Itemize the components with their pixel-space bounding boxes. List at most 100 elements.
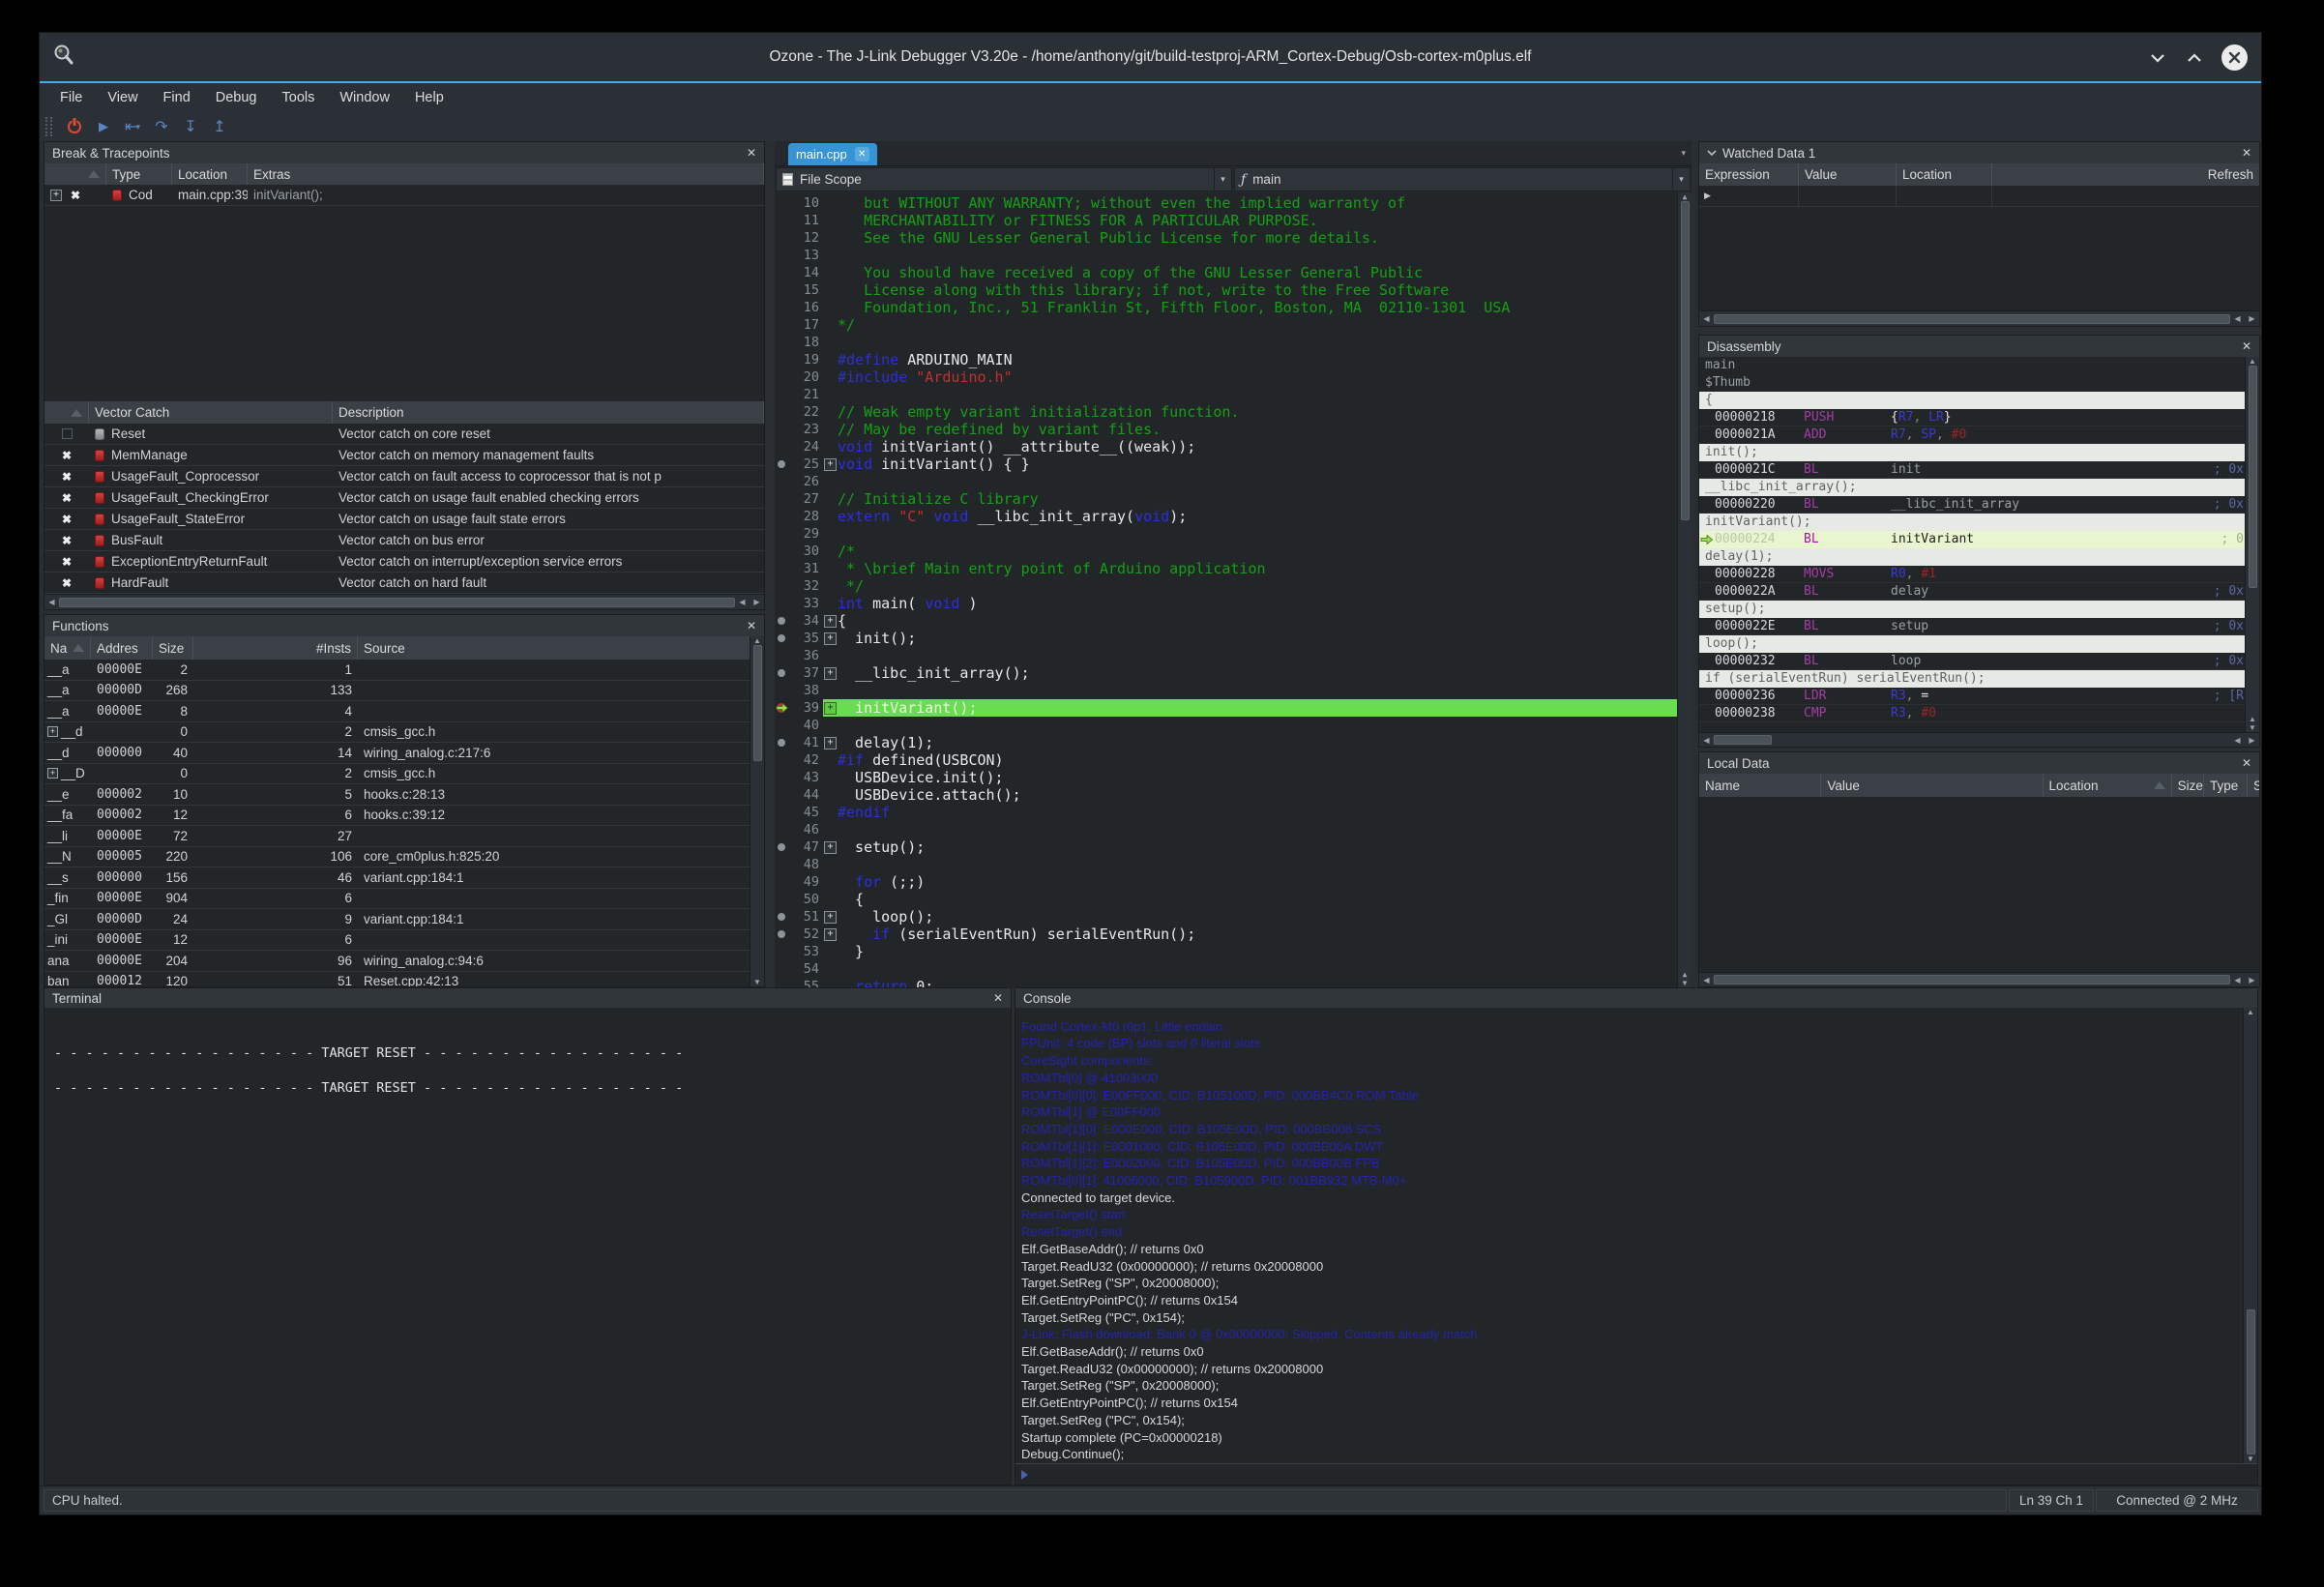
file-scope-combo[interactable]: File Scope ▾ bbox=[776, 167, 1232, 191]
disassembly-row[interactable]: { bbox=[1699, 392, 2245, 409]
chevron-down-icon[interactable]: ▾ bbox=[1672, 168, 1690, 191]
disassembly-row[interactable]: delay(1); bbox=[1699, 548, 2245, 566]
check-icon[interactable]: ✖ bbox=[62, 555, 72, 569]
tab-close-icon[interactable]: ✕ bbox=[854, 147, 869, 162]
code-line[interactable]: 50 { bbox=[775, 891, 1677, 908]
chevron-down-icon[interactable] bbox=[1707, 149, 1717, 157]
gutter-cell[interactable] bbox=[775, 456, 790, 473]
code-line[interactable]: 52 if (serialEventRun) serialEventRun(); bbox=[775, 926, 1677, 943]
scroll-thumb[interactable] bbox=[59, 597, 735, 607]
console-vscrollbar[interactable]: ▲ ▼ bbox=[2243, 1008, 2257, 1463]
local-data-hscrollbar[interactable]: ◀ ◀ ▶ bbox=[1699, 972, 2259, 986]
code-line[interactable]: 35 init(); bbox=[775, 630, 1677, 647]
terminal-title-bar[interactable]: Terminal ✕ bbox=[44, 988, 1011, 1008]
tab-overflow-icon[interactable]: ▾ bbox=[1681, 148, 1686, 159]
vector-check-cell[interactable]: ✖ bbox=[44, 487, 89, 508]
vector-catch-row[interactable]: ✖ UsageFault_Coprocessor Vector catch on f… bbox=[44, 466, 764, 487]
column-location[interactable]: Location bbox=[1897, 163, 1992, 186]
gutter-cell[interactable] bbox=[775, 281, 790, 299]
code-line[interactable]: 13 bbox=[775, 247, 1677, 264]
code-line[interactable]: 16 Foundation, Inc., 51 Franklin St, Fif… bbox=[775, 299, 1677, 316]
column-check[interactable] bbox=[44, 401, 89, 424]
vector-check-cell[interactable]: ✖ bbox=[44, 466, 89, 486]
disassembly-hscrollbar[interactable]: ◀ ◀ ▶ bbox=[1699, 732, 2259, 747]
code-line[interactable]: 30 /* bbox=[775, 543, 1677, 560]
function-row[interactable]: ban 000012 120 51 Reset.cpp:42:13 bbox=[44, 972, 750, 986]
column-name[interactable]: Name bbox=[1699, 774, 1822, 797]
scroll-left-icon[interactable]: ◀ bbox=[2230, 976, 2245, 985]
vector-catch-row[interactable]: ✖ ExceptionEntryReturnFault Vector catch o… bbox=[44, 551, 764, 573]
gutter-cell[interactable] bbox=[775, 978, 790, 987]
disassembly-row[interactable]: init(); bbox=[1699, 444, 2245, 461]
scroll-thumb[interactable] bbox=[1714, 975, 2230, 985]
close-icon[interactable]: ✕ bbox=[2242, 146, 2251, 160]
gutter-cell[interactable] bbox=[775, 664, 790, 682]
function-row[interactable]: __d 000000 40 14 wiring_analog.c:217:6 bbox=[44, 743, 750, 764]
gutter-cell[interactable] bbox=[775, 595, 790, 612]
gutter-cell[interactable] bbox=[775, 525, 790, 543]
code-line[interactable]: 25 void initVariant() { } bbox=[775, 456, 1677, 473]
code-line[interactable]: 48 bbox=[775, 856, 1677, 873]
menu-debug[interactable]: Debug bbox=[203, 87, 270, 108]
gutter-cell[interactable] bbox=[775, 960, 790, 978]
console-input[interactable] bbox=[1015, 1463, 2257, 1484]
code-line[interactable]: 14 You should have received a copy of th… bbox=[775, 264, 1677, 281]
expand-icon[interactable]: + bbox=[47, 726, 58, 738]
scroll-right-icon[interactable]: ▶ bbox=[2245, 314, 2259, 323]
column-value[interactable]: Value bbox=[1821, 774, 2044, 797]
breakpoint-row[interactable]: + ✖ Cod main.cpp:39 initVariant(); bbox=[44, 185, 764, 206]
vector-check-cell[interactable]: ✖ bbox=[44, 573, 89, 593]
gutter-cell[interactable] bbox=[775, 804, 790, 821]
code-line[interactable]: 29 bbox=[775, 525, 1677, 543]
function-row[interactable]: __e 000002 10 5 hooks.c:28:13 bbox=[44, 784, 750, 806]
disassembly-row[interactable]: 0000021A ADD R7, SP, #0 bbox=[1699, 426, 2245, 444]
resume-button[interactable]: ▶ bbox=[89, 115, 118, 138]
code-line[interactable]: 15 License along with this library; if n… bbox=[775, 281, 1677, 299]
close-icon[interactable]: ✕ bbox=[2242, 756, 2251, 770]
code-line[interactable]: 43 USBDevice.init(); bbox=[775, 769, 1677, 786]
vector-catch-row[interactable]: Reset Vector catch on core reset bbox=[44, 424, 764, 445]
scroll-thumb[interactable] bbox=[2248, 366, 2257, 588]
disassembly-rows[interactable]: main $Thumb{00000218 PUSH {R7, LR} 0000021A A… bbox=[1699, 357, 2245, 732]
column-location[interactable]: Location bbox=[2044, 774, 2172, 797]
menu-window[interactable]: Window bbox=[327, 87, 402, 108]
connection-status[interactable]: Connected @ 2 MHz bbox=[2096, 1489, 2258, 1512]
code-line[interactable]: 26 bbox=[775, 473, 1677, 490]
function-row[interactable]: _ini 00000E 12 6 bbox=[44, 930, 750, 951]
code-line[interactable]: 45 #endif bbox=[775, 804, 1677, 821]
function-row[interactable]: ana 00000E 204 96 wiring_analog.c:94:6 bbox=[44, 951, 750, 972]
disassembly-row[interactable]: 0000021C BL init ; 0x bbox=[1699, 461, 2245, 479]
symbol-combo[interactable]: ƒ main ▾ bbox=[1234, 167, 1691, 191]
disassembly-row[interactable]: setup(); bbox=[1699, 601, 2245, 618]
function-row[interactable]: __a 00000E 8 4 bbox=[44, 701, 750, 722]
gutter-cell[interactable] bbox=[775, 891, 790, 908]
scroll-down-icon[interactable]: ▼ bbox=[750, 978, 765, 986]
menu-view[interactable]: View bbox=[95, 87, 150, 108]
code-line[interactable]: 21 bbox=[775, 386, 1677, 403]
local-data-title-bar[interactable]: Local Data ✕ bbox=[1699, 752, 2259, 774]
function-row[interactable]: _fin 00000E 904 6 bbox=[44, 889, 750, 909]
code-line[interactable]: 39 initVariant(); bbox=[775, 699, 1677, 717]
disassembly-row[interactable]: 00000224 BL initVariant ; 0 bbox=[1699, 531, 2245, 548]
functions-title-bar[interactable]: Functions ✕ bbox=[44, 615, 764, 636]
function-row[interactable]: + __D 0 2 cmsis_gcc.h bbox=[44, 764, 750, 784]
fold-icon[interactable] bbox=[823, 456, 838, 473]
disassembly-row[interactable]: 00000238 CMP R3, #0 bbox=[1699, 705, 2245, 722]
step-into-button[interactable]: ↧ bbox=[176, 115, 205, 138]
scroll-down-icon[interactable]: ▼ bbox=[2246, 723, 2260, 732]
gutter-cell[interactable] bbox=[775, 438, 790, 456]
code-line[interactable]: 55 return 0; bbox=[775, 978, 1677, 987]
check-icon[interactable]: ✖ bbox=[62, 449, 72, 462]
gutter-cell[interactable] bbox=[775, 612, 790, 630]
function-row[interactable]: __a 00000E 2 1 bbox=[44, 660, 750, 681]
code-line[interactable]: 23 // May be redefined by variant files. bbox=[775, 421, 1677, 438]
scroll-left-icon[interactable]: ◀ bbox=[2230, 736, 2245, 745]
fold-icon[interactable] bbox=[823, 926, 838, 943]
code-line[interactable]: 54 bbox=[775, 960, 1677, 978]
watched-hscrollbar[interactable]: ◀ ◀ ▶ bbox=[1699, 310, 2259, 326]
gutter-cell[interactable] bbox=[775, 334, 790, 351]
column-source[interactable]: Source bbox=[358, 636, 750, 660]
functions-vscrollbar[interactable]: ▲ ▼ bbox=[750, 636, 764, 986]
vector-catch-row[interactable]: ✖ BusFault Vector catch on bus error bbox=[44, 530, 764, 551]
code-line[interactable]: 20 #include "Arduino.h" bbox=[775, 368, 1677, 386]
